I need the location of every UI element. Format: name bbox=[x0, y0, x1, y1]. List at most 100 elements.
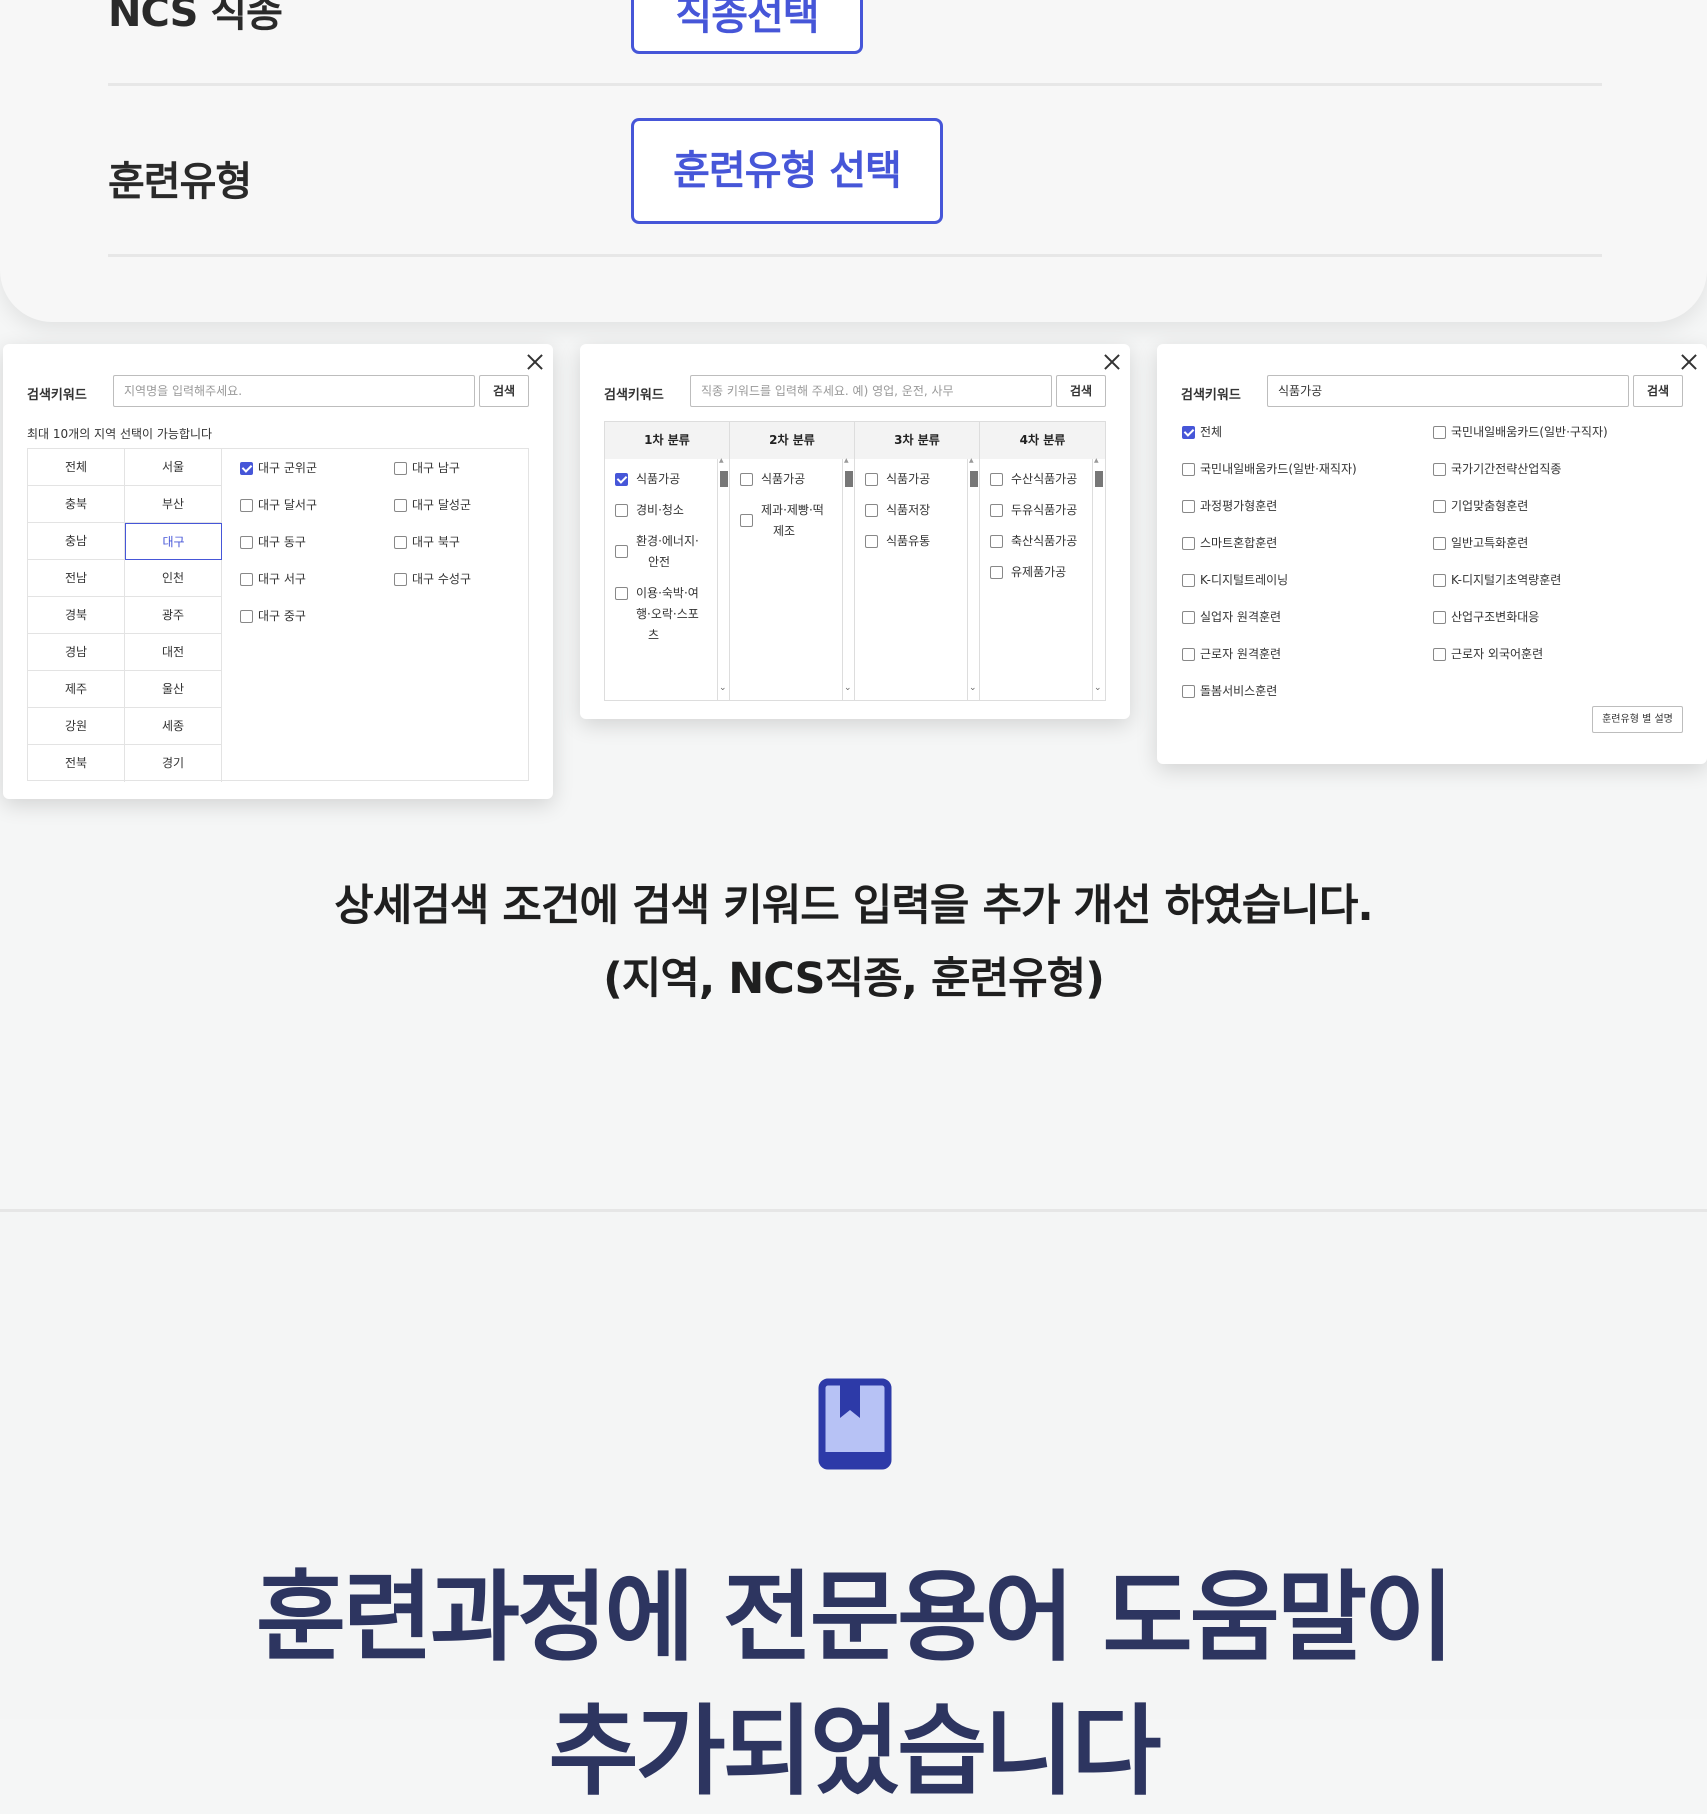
ncs-category-option[interactable]: 식품가공 bbox=[740, 469, 805, 490]
checkbox[interactable] bbox=[615, 545, 628, 558]
training-type-option[interactable]: 스마트혼합훈련 bbox=[1182, 534, 1277, 551]
training-type-option[interactable]: 실업자 원격훈련 bbox=[1182, 608, 1281, 625]
checkbox[interactable] bbox=[240, 499, 253, 512]
region-cell[interactable]: 서울 bbox=[125, 449, 222, 486]
scrollbar-thumb[interactable] bbox=[1095, 471, 1103, 487]
checkbox[interactable] bbox=[240, 610, 253, 623]
training-type-search-input[interactable]: 식품가공 bbox=[1267, 375, 1629, 407]
region-cell[interactable]: 경북 bbox=[28, 597, 125, 634]
region-cell[interactable]: 경기 bbox=[125, 745, 222, 782]
checkbox[interactable] bbox=[865, 504, 878, 517]
checkbox[interactable] bbox=[240, 536, 253, 549]
region-cell[interactable]: 제주 bbox=[28, 671, 125, 708]
district-option[interactable]: 대구 서구 bbox=[240, 570, 306, 587]
scrollbar[interactable]: ▲ ⌄ bbox=[1092, 457, 1104, 701]
ncs-category-option[interactable]: 두유식품가공 bbox=[990, 500, 1077, 521]
ncs-category-option[interactable]: 유제품가공 bbox=[990, 562, 1066, 583]
checkbox[interactable] bbox=[1433, 574, 1446, 587]
chevron-down-icon[interactable]: ⌄ bbox=[969, 683, 977, 693]
ncs-category-option[interactable]: 경비·청소 bbox=[615, 500, 684, 521]
chevron-up-icon[interactable]: ▲ bbox=[844, 457, 849, 464]
district-option[interactable]: 대구 수성구 bbox=[394, 570, 471, 587]
checkbox[interactable] bbox=[990, 504, 1003, 517]
training-type-option[interactable]: 과정평가형훈련 bbox=[1182, 497, 1277, 514]
ncs-category-option[interactable]: 식품저장 bbox=[865, 500, 930, 521]
checkbox[interactable] bbox=[865, 473, 878, 486]
training-type-select-button[interactable]: 훈련유형 선택 bbox=[631, 118, 943, 224]
checkbox[interactable] bbox=[394, 536, 407, 549]
checkbox[interactable] bbox=[1433, 463, 1446, 476]
training-type-option[interactable]: 국가기간전략산업직종 bbox=[1433, 460, 1561, 477]
checkbox[interactable] bbox=[740, 473, 753, 486]
chevron-down-icon[interactable]: ⌄ bbox=[1094, 683, 1102, 693]
ncs-search-button[interactable]: 검색 bbox=[1056, 375, 1106, 407]
checkbox[interactable] bbox=[394, 573, 407, 586]
district-option[interactable]: 대구 남구 bbox=[394, 459, 460, 476]
checkbox[interactable] bbox=[1433, 648, 1446, 661]
district-option[interactable]: 대구 달성군 bbox=[394, 496, 471, 513]
chevron-up-icon[interactable]: ▲ bbox=[1094, 457, 1099, 464]
ncs-category-option[interactable]: 제과·제빵·떡 제조 bbox=[740, 500, 824, 542]
region-cell[interactable]: 세종 bbox=[125, 708, 222, 745]
training-type-option[interactable]: K-디지털트레이닝 bbox=[1182, 571, 1288, 588]
training-type-option[interactable]: K-디지털기초역량훈련 bbox=[1433, 571, 1561, 588]
scrollbar-thumb[interactable] bbox=[720, 471, 728, 487]
training-type-option[interactable]: 근로자 외국어훈련 bbox=[1433, 645, 1543, 662]
close-icon[interactable] bbox=[1680, 353, 1698, 371]
training-type-option[interactable]: 일반고특화훈련 bbox=[1433, 534, 1528, 551]
close-icon[interactable] bbox=[526, 353, 544, 371]
scrollbar[interactable]: ▲ ⌄ bbox=[842, 457, 854, 701]
region-cell[interactable]: 전체 bbox=[28, 449, 125, 486]
district-option[interactable]: 대구 북구 bbox=[394, 533, 460, 550]
region-cell[interactable]: 부산 bbox=[125, 486, 222, 523]
region-cell[interactable]: 충북 bbox=[28, 486, 125, 523]
checkbox[interactable] bbox=[740, 514, 753, 527]
training-type-option[interactable]: 돌봄서비스훈련 bbox=[1182, 682, 1277, 699]
ncs-category-option[interactable]: 식품가공 bbox=[615, 469, 680, 490]
training-type-option[interactable]: 전체 bbox=[1182, 423, 1222, 440]
checkbox[interactable] bbox=[615, 473, 628, 486]
checkbox[interactable] bbox=[1182, 537, 1195, 550]
region-search-button[interactable]: 검색 bbox=[479, 375, 529, 407]
region-cell[interactable]: 인천 bbox=[125, 560, 222, 597]
checkbox[interactable] bbox=[865, 535, 878, 548]
checkbox[interactable] bbox=[615, 587, 628, 600]
district-option[interactable]: 대구 군위군 bbox=[240, 459, 317, 476]
chevron-down-icon[interactable]: ⌄ bbox=[719, 683, 727, 693]
checkbox[interactable] bbox=[1182, 648, 1195, 661]
checkbox[interactable] bbox=[1433, 611, 1446, 624]
ncs-category-option[interactable]: 축산식품가공 bbox=[990, 531, 1077, 552]
training-type-explain-button[interactable]: 훈련유형 별 설명 bbox=[1592, 706, 1683, 733]
scrollbar-thumb[interactable] bbox=[970, 471, 978, 487]
district-option[interactable]: 대구 달서구 bbox=[240, 496, 317, 513]
checkbox[interactable] bbox=[240, 462, 253, 475]
ncs-category-option[interactable]: 식품가공 bbox=[865, 469, 930, 490]
ncs-category-option[interactable]: 식품유통 bbox=[865, 531, 930, 552]
checkbox[interactable] bbox=[990, 535, 1003, 548]
training-type-option[interactable]: 국민내일배움카드(일반·재직자) bbox=[1182, 460, 1357, 477]
checkbox[interactable] bbox=[1433, 537, 1446, 550]
region-cell[interactable]: 대구 bbox=[125, 523, 222, 560]
checkbox[interactable] bbox=[394, 462, 407, 475]
chevron-down-icon[interactable]: ⌄ bbox=[844, 683, 852, 693]
region-cell[interactable]: 전남 bbox=[28, 560, 125, 597]
training-type-option[interactable]: 국민내일배움카드(일반·구직자) bbox=[1433, 423, 1608, 440]
chevron-up-icon[interactable]: ▲ bbox=[969, 457, 974, 464]
district-option[interactable]: 대구 중구 bbox=[240, 607, 306, 624]
checkbox[interactable] bbox=[1182, 500, 1195, 513]
region-cell[interactable]: 울산 bbox=[125, 671, 222, 708]
training-type-search-button[interactable]: 검색 bbox=[1633, 375, 1683, 407]
checkbox[interactable] bbox=[1433, 500, 1446, 513]
region-search-input[interactable]: 지역명을 입력해주세요. bbox=[113, 375, 475, 407]
checkbox[interactable] bbox=[1182, 685, 1195, 698]
ncs-category-option[interactable]: 수산식품가공 bbox=[990, 469, 1077, 490]
checkbox[interactable] bbox=[1182, 574, 1195, 587]
ncs-select-button[interactable]: 직종선택 bbox=[631, 0, 863, 54]
training-type-option[interactable]: 근로자 원격훈련 bbox=[1182, 645, 1281, 662]
scrollbar[interactable]: ▲ ⌄ bbox=[967, 457, 979, 701]
scrollbar[interactable]: ▲ ⌄ bbox=[717, 457, 729, 701]
region-cell[interactable]: 전북 bbox=[28, 745, 125, 782]
checkbox[interactable] bbox=[990, 566, 1003, 579]
region-cell[interactable]: 광주 bbox=[125, 597, 222, 634]
checkbox[interactable] bbox=[1182, 463, 1195, 476]
